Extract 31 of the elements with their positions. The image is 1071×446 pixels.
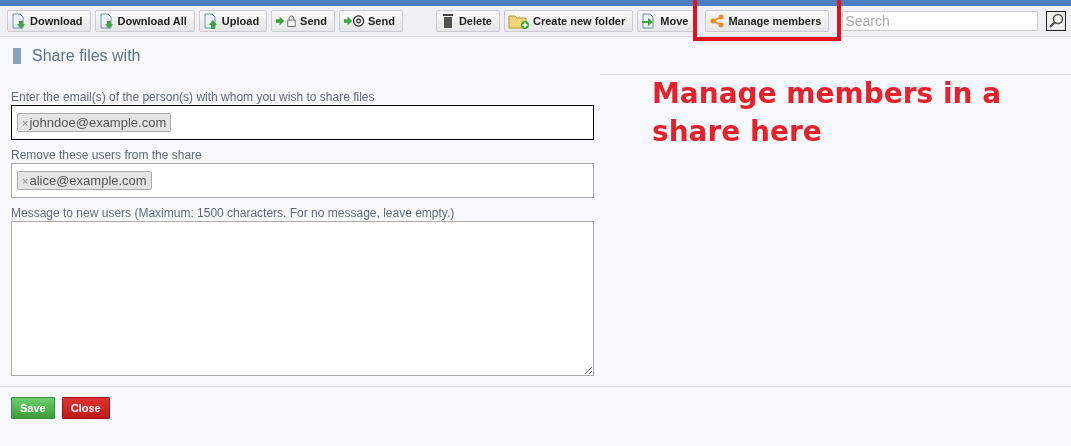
email-tag[interactable]: ×alice@example.com bbox=[17, 171, 152, 190]
share-icon bbox=[709, 13, 726, 29]
send-lock-icon bbox=[275, 13, 298, 29]
message-field[interactable] bbox=[11, 221, 594, 376]
toolbar-button[interactable]: Download All bbox=[94, 10, 195, 32]
email-field[interactable]: ×johndoe@example.com bbox=[11, 105, 594, 140]
annotation-text: Manage members in a share here bbox=[652, 76, 1003, 150]
email-tag[interactable]: ×johndoe@example.com bbox=[17, 113, 172, 132]
upload-icon bbox=[202, 13, 219, 29]
search-icon bbox=[1048, 13, 1065, 29]
panel-title: Share files with bbox=[32, 47, 141, 65]
search-button[interactable] bbox=[1046, 11, 1067, 31]
toolbar-button[interactable]: Send bbox=[339, 10, 403, 32]
toolbar-button[interactable]: Manage members bbox=[705, 10, 830, 32]
search-field[interactable]: Search bbox=[842, 11, 1039, 31]
toolbar-button[interactable]: Delete bbox=[435, 10, 500, 32]
download-icon bbox=[11, 13, 27, 29]
toolbar-button[interactable]: Send bbox=[271, 10, 335, 32]
field-label: Enter the email(s) of the person(s) with whom you wish to share files bbox=[11, 90, 376, 104]
new-folder-icon bbox=[507, 13, 530, 29]
toolbar-button[interactable]: Create new folder bbox=[503, 10, 634, 32]
email-field[interactable]: ×alice@example.com bbox=[11, 163, 594, 198]
tag-email: johndoe@example.com bbox=[29, 115, 167, 130]
close-button[interactable]: Close bbox=[61, 397, 110, 419]
field-label: Message to new users (Maximum: 1500 characters. For no message, leave empty.) bbox=[11, 206, 456, 220]
toolbar-button[interactable]: Upload bbox=[198, 10, 268, 32]
download-icon bbox=[98, 13, 115, 29]
tag-email: alice@example.com bbox=[29, 173, 147, 188]
toolbar-button[interactable]: Download bbox=[7, 10, 91, 32]
field-label: Remove these users from the share bbox=[11, 148, 203, 162]
title-bar-marker bbox=[13, 48, 21, 64]
